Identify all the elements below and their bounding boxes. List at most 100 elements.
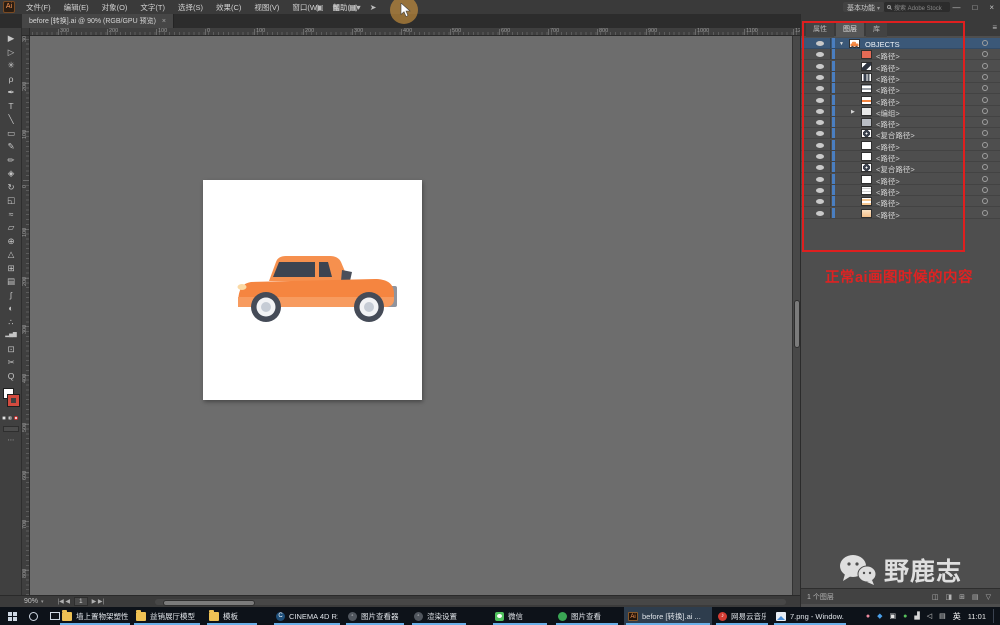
workspace-grid-icon[interactable]: ▦▾ xyxy=(349,3,361,12)
paintbrush-tool[interactable]: ✎ xyxy=(0,140,22,153)
target-circle[interactable] xyxy=(982,51,988,57)
collect-for-export-icon[interactable]: ◫ xyxy=(932,593,939,601)
type-tool[interactable]: T xyxy=(0,100,22,113)
width-tool[interactable]: ≈ xyxy=(0,208,22,221)
layer-row[interactable]: ▼ OBJECTS xyxy=(801,38,1000,49)
layer-row[interactable]: <路径> xyxy=(801,185,1000,197)
fill-stroke-swatches[interactable] xyxy=(3,388,20,410)
selection-tool[interactable]: ▶ xyxy=(0,32,22,45)
horizontal-ruler[interactable]: 4003002001000100200300400500600700800900… xyxy=(22,28,800,36)
target-circle[interactable] xyxy=(982,153,988,159)
ruler-origin-corner[interactable] xyxy=(22,28,30,36)
target-circle[interactable] xyxy=(982,40,988,46)
visibility-eye-icon[interactable] xyxy=(816,75,824,80)
column-graph-tool[interactable]: ▂▅▇ xyxy=(0,329,22,342)
menu-item[interactable]: 文件(F) xyxy=(26,2,51,13)
layer-name[interactable]: <复合路径> xyxy=(876,164,915,175)
taskbar-app-viewer[interactable]: ◦ 图片查看器 xyxy=(344,607,406,625)
pencil-tool[interactable]: ✏ xyxy=(0,154,22,167)
layer-row[interactable]: <路径> xyxy=(801,196,1000,208)
artboard-tool[interactable]: ⊡ xyxy=(0,343,22,356)
volume-icon[interactable]: ◁ xyxy=(927,612,932,620)
lasso-tool[interactable]: ρ xyxy=(0,73,22,86)
zoom-level-select[interactable]: 90% ▾ xyxy=(24,598,44,605)
visibility-eye-icon[interactable] xyxy=(816,188,824,193)
visibility-eye-icon[interactable] xyxy=(816,98,824,103)
line-segment-tool[interactable]: ╲ xyxy=(0,113,22,126)
visibility-eye-icon[interactable] xyxy=(816,86,824,91)
target-circle[interactable] xyxy=(982,176,988,182)
symbol-sprayer-tool[interactable]: ∴ xyxy=(0,316,22,329)
draw-mode-bar[interactable] xyxy=(3,426,19,432)
menu-item[interactable]: 文字(T) xyxy=(140,2,165,13)
eraser-tool[interactable]: ◈ xyxy=(0,167,22,180)
target-circle[interactable] xyxy=(982,119,988,125)
target-circle[interactable] xyxy=(982,198,988,204)
zoom-tool[interactable]: Q xyxy=(0,370,22,383)
slice-tool[interactable]: ✂ xyxy=(0,356,22,369)
taskbar-app-render[interactable]: ◦ 渲染设置 xyxy=(410,607,468,625)
arrange-documents-icon[interactable]: ▣ xyxy=(316,3,324,12)
mesh-tool[interactable]: ⊞ xyxy=(0,262,22,275)
panel-tab-图层[interactable]: 图层 xyxy=(836,22,864,37)
taskbar-app-imgview[interactable]: 图片查看 xyxy=(554,607,620,625)
free-transform-tool[interactable]: ▱ xyxy=(0,221,22,234)
menu-item[interactable]: 视图(V) xyxy=(254,2,279,13)
panel-menu-icon[interactable]: ≡ xyxy=(992,23,997,32)
new-sublayer-icon[interactable]: ⊞ xyxy=(959,593,965,601)
tray-pink-app-icon[interactable]: ● xyxy=(866,613,870,620)
layer-row[interactable]: <路径> xyxy=(801,208,1000,221)
menu-item[interactable]: 对象(O) xyxy=(102,2,128,13)
layer-row[interactable]: <复合路径> xyxy=(801,128,1000,140)
color-button[interactable] xyxy=(2,416,6,420)
taskbar-app-folder[interactable]: 墙上置物架塑性... xyxy=(58,607,132,625)
visibility-eye-icon[interactable] xyxy=(816,165,824,170)
horizontal-scrollbar[interactable] xyxy=(155,599,786,606)
ime-indicator[interactable]: 英 xyxy=(953,611,961,622)
tray-blue-app-icon[interactable]: ◆ xyxy=(877,612,882,620)
visibility-eye-icon[interactable] xyxy=(816,211,824,216)
artboard-prev-buttons[interactable]: |◀ ◀ xyxy=(58,598,70,605)
document-layout-icon[interactable]: ▦ xyxy=(333,3,341,12)
cortana-button[interactable] xyxy=(29,611,38,621)
none-button[interactable] xyxy=(14,416,18,420)
visibility-eye-icon[interactable] xyxy=(816,199,824,204)
taskbar-app-folder[interactable]: 益销展厅模型 xyxy=(132,607,202,625)
show-desktop-button[interactable] xyxy=(993,609,996,623)
close-button[interactable]: × xyxy=(989,3,994,12)
layer-name[interactable]: OBJECTS xyxy=(865,40,900,49)
taskbar-app-png[interactable]: 7.png - Window... xyxy=(772,607,848,625)
layer-row[interactable]: <路径> xyxy=(801,49,1000,61)
tray-white-app-icon[interactable]: ▣ xyxy=(890,612,897,620)
disclosure-triangle-icon[interactable]: ▼ xyxy=(839,41,844,47)
taskbar-app-folder[interactable]: 模板 xyxy=(205,607,259,625)
layer-name[interactable]: <路径> xyxy=(876,85,900,96)
keyboard-icon[interactable]: ▤ xyxy=(939,612,946,620)
delete-layer-icon[interactable]: ▽ xyxy=(986,593,991,601)
layer-row[interactable]: <复合路径> xyxy=(801,162,1000,175)
menu-item[interactable]: 选择(S) xyxy=(178,2,203,13)
panel-tab-库[interactable]: 库 xyxy=(866,22,887,37)
stroke-color-swatch[interactable] xyxy=(7,394,20,407)
stock-search-box[interactable]: 搜索 Adobe Stock xyxy=(884,2,950,12)
network-icon[interactable]: ▟ xyxy=(914,612,919,620)
rectangle-tool[interactable]: ▭ xyxy=(0,127,22,140)
target-circle[interactable] xyxy=(982,74,988,80)
canvas-area[interactable] xyxy=(30,36,792,595)
restore-button[interactable]: □ xyxy=(972,3,977,12)
layer-row[interactable]: ▶ <编组> xyxy=(801,106,1000,118)
taskbar-app-c4d[interactable]: C CINEMA 4D R1... xyxy=(272,607,342,625)
layer-name[interactable]: <路径> xyxy=(876,210,900,221)
vertical-scrollbar[interactable] xyxy=(792,36,800,595)
target-circle[interactable] xyxy=(982,164,988,170)
gradient-tool[interactable]: ▤ xyxy=(0,275,22,288)
layer-row[interactable]: <路径> xyxy=(801,95,1000,107)
target-circle[interactable] xyxy=(982,85,988,91)
taskbar-clock[interactable]: 11:01 xyxy=(968,612,986,621)
target-circle[interactable] xyxy=(982,130,988,136)
layer-row[interactable]: <路径> xyxy=(801,61,1000,73)
workspace-switcher[interactable]: 基本功能 ▾ xyxy=(843,2,884,12)
minimize-button[interactable]: — xyxy=(952,3,960,12)
taskbar-app-wechat[interactable]: 微信 xyxy=(491,607,549,625)
close-tab-icon[interactable]: × xyxy=(162,18,166,25)
